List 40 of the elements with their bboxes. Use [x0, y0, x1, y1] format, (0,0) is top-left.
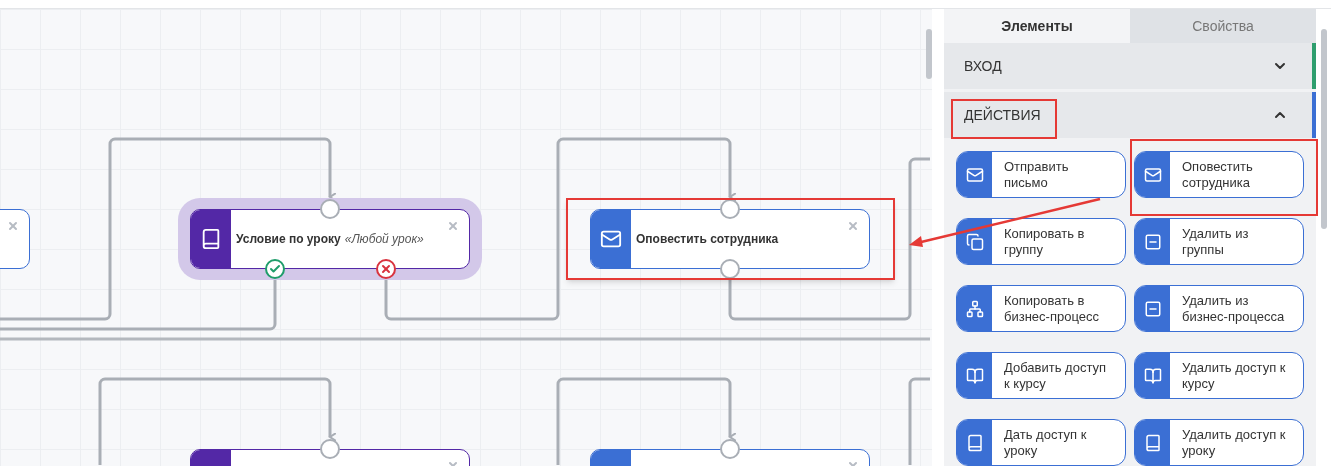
envelope-icon	[1143, 165, 1162, 184]
close-icon[interactable]	[447, 220, 459, 232]
accordion-header[interactable]: ВХОД	[944, 43, 1316, 89]
element-card[interactable]: Удалить доступ к уроку	[1134, 419, 1304, 466]
envelope-icon	[965, 165, 984, 184]
accordion-header[interactable]: ДЕЙСТВИЯ	[944, 92, 1316, 138]
book-icon	[965, 433, 984, 452]
flow-node[interactable]: Условие по уроку «Любой урок»	[190, 209, 470, 269]
element-card[interactable]: Оповестить сотрудника	[1134, 151, 1304, 198]
element-card[interactable]: Копировать в группу	[956, 218, 1126, 265]
connection-port[interactable]	[320, 439, 340, 459]
node-subtitle: «Любой урок»	[344, 231, 424, 248]
element-card[interactable]: Добавить доступ к курсу	[956, 352, 1126, 399]
workflow-canvas[interactable]: Условие по уроку «Любой урок» Оповестить сотрудника	[0, 9, 932, 466]
book-icon	[1143, 433, 1162, 452]
element-card[interactable]: Отправить письмо	[956, 151, 1126, 198]
close-icon[interactable]	[847, 220, 859, 232]
open-book-icon	[965, 366, 984, 385]
open-book-icon	[1143, 366, 1162, 385]
panel-tab[interactable]: Свойства	[1130, 9, 1316, 43]
cross-icon	[380, 263, 392, 275]
connection-port[interactable]	[720, 259, 740, 279]
element-card[interactable]: Удалить из бизнес-процесса	[1134, 285, 1304, 332]
scrollbar	[926, 29, 932, 79]
envelope-icon	[600, 228, 622, 250]
node-title: Условие по уроку	[236, 231, 341, 248]
element-card[interactable]: Удалить из группы	[1134, 218, 1304, 265]
minus-square-icon	[1143, 232, 1162, 251]
element-card[interactable]: Удалить доступ к курсу	[1134, 352, 1304, 399]
element-card[interactable]: Дать доступ к уроку	[956, 419, 1126, 466]
book-icon	[200, 228, 222, 250]
element-card[interactable]: Копировать в бизнес-процесс	[956, 285, 1126, 332]
close-icon[interactable]	[7, 220, 19, 232]
node-title: Оповестить сотрудника	[636, 231, 779, 248]
hierarchy-icon	[965, 299, 984, 318]
check-icon	[269, 263, 281, 275]
connection-port[interactable]	[720, 439, 740, 459]
flow-node[interactable]: Оповестить сотрудника	[590, 209, 870, 269]
copy-icon	[965, 232, 984, 251]
minus-square-icon	[1143, 299, 1162, 318]
